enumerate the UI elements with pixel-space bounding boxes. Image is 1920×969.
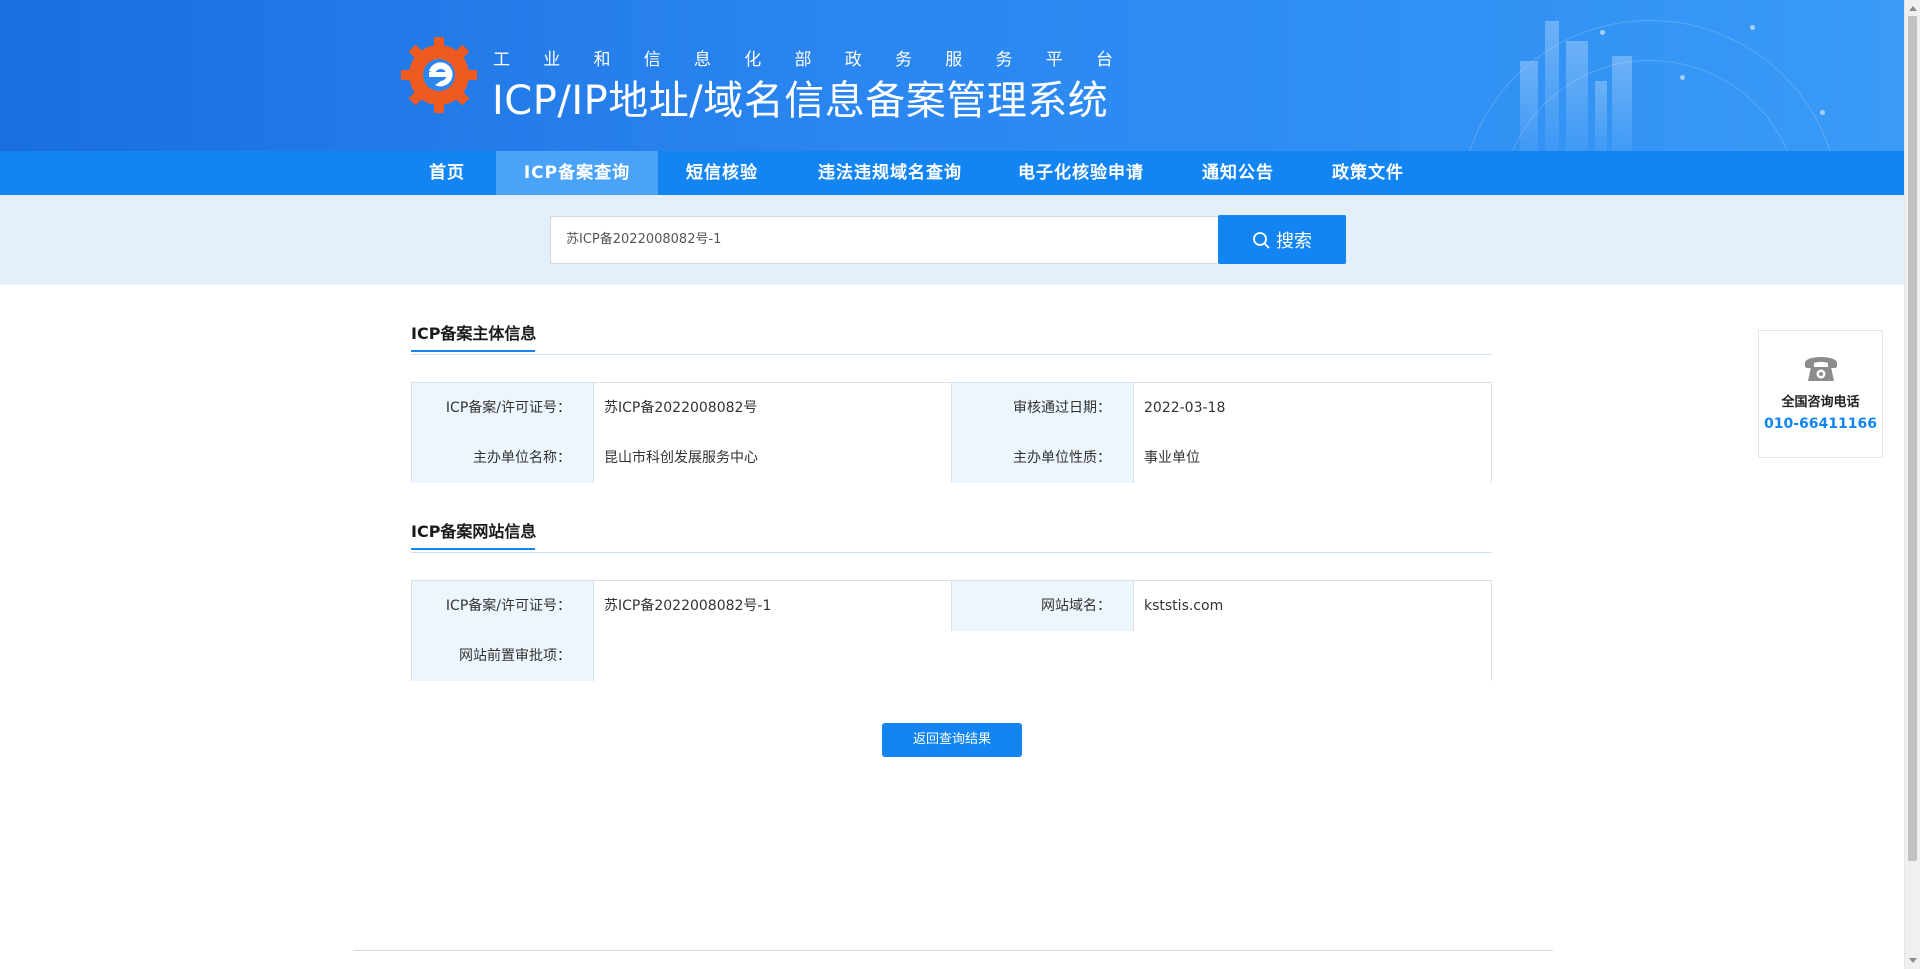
subject-section-title: ICP备案主体信息 xyxy=(411,320,537,352)
banner-decoration xyxy=(1566,41,1588,151)
field-label: 主办单位名称： xyxy=(412,433,593,483)
field-label: ICP备案/许可证号： xyxy=(412,581,593,631)
subtitle-char: 业 xyxy=(543,50,561,70)
banner-decoration xyxy=(1612,56,1632,151)
website-section-title: ICP备案网站信息 xyxy=(411,518,537,550)
subtitle-char: 工 xyxy=(493,50,510,70)
field-label: 网站前置审批项： xyxy=(412,631,593,681)
scroll-up-arrow-icon[interactable] xyxy=(1909,6,1917,11)
subtitle-char: 平 xyxy=(1045,50,1063,70)
consult-phone-number: 010-66411166 xyxy=(1764,416,1877,432)
nav-icp-query[interactable]: ICP备案查询 xyxy=(496,151,658,195)
subtitle-char: 部 xyxy=(794,50,812,70)
table-row: 网站前置审批项： xyxy=(412,631,1491,681)
header-banner: 工 业 和 信 息 化 部 政 务 服 务 平 台 ICP/IP地址/域名信息备… xyxy=(0,0,1904,151)
field-value: 昆山市科创发展服务中心 xyxy=(593,433,951,483)
table-row: ICP备案/许可证号： 苏ICP备2022008082号-1 网站域名： kst… xyxy=(412,581,1491,631)
subject-info-table: ICP备案/许可证号： 苏ICP备2022008082号 审核通过日期： 202… xyxy=(411,382,1492,483)
subtitle-char: 政 xyxy=(844,50,862,70)
field-value: 2022-03-18 xyxy=(1133,383,1491,433)
nav-sms-verify[interactable]: 短信核验 xyxy=(672,151,772,195)
telephone-icon xyxy=(1804,357,1837,381)
field-value xyxy=(593,631,1491,681)
subject-section-title-text: ICP备案主体信息 xyxy=(411,324,537,343)
banner-decoration xyxy=(1545,21,1559,151)
search-icon xyxy=(1253,231,1270,248)
search-input[interactable]: 苏ICP备2022008082号-1 xyxy=(550,216,1218,264)
section-underline xyxy=(411,350,535,352)
nav-e-verify-apply[interactable]: 电子化核验申请 xyxy=(1006,151,1156,195)
nav-home[interactable]: 首页 xyxy=(411,151,483,195)
phone-icon-wrap xyxy=(1759,347,1882,387)
scroll-thumb[interactable] xyxy=(1908,16,1917,861)
field-label: 主办单位性质： xyxy=(951,433,1133,483)
site-title: ICP/IP地址/域名信息备案管理系统 xyxy=(492,78,1109,124)
subtitle-char: 化 xyxy=(744,50,762,70)
subtitle-char: 台 xyxy=(1096,50,1113,70)
nav-illegal-domain-query[interactable]: 违法违规域名查询 xyxy=(800,151,980,195)
field-value: kststis.com xyxy=(1133,581,1491,631)
search-button[interactable]: 搜索 xyxy=(1218,215,1346,264)
field-label: 网站域名： xyxy=(951,581,1133,631)
vertical-scrollbar[interactable] xyxy=(1904,0,1920,969)
field-label: ICP备案/许可证号： xyxy=(412,383,593,433)
banner-decoration xyxy=(1820,110,1825,115)
footer-divider xyxy=(353,950,1553,951)
banner-decoration xyxy=(1595,81,1607,151)
table-row: 主办单位名称： 昆山市科创发展服务中心 主办单位性质： 事业单位 xyxy=(412,433,1491,483)
website-section-title-text: ICP备案网站信息 xyxy=(411,522,537,541)
subtitle-char: 务 xyxy=(895,50,912,70)
page: 工 业 和 信 息 化 部 政 务 服 务 平 台 ICP/IP地址/域名信息备… xyxy=(0,0,1920,969)
field-value: 苏ICP备2022008082号-1 xyxy=(593,581,951,631)
search-button-label: 搜索 xyxy=(1276,230,1312,252)
field-label: 审核通过日期： xyxy=(951,383,1133,433)
header-subtitle: 工 业 和 信 息 化 部 政 务 服 务 平 台 xyxy=(493,45,1113,70)
scroll-down-arrow-icon[interactable] xyxy=(1909,958,1917,963)
subtitle-char: 和 xyxy=(593,50,611,70)
banner-decoration xyxy=(1600,30,1605,35)
section-underline xyxy=(411,548,535,550)
subtitle-char: 务 xyxy=(995,50,1013,70)
website-info-table: ICP备案/许可证号： 苏ICP备2022008082号-1 网站域名： kst… xyxy=(411,580,1492,681)
banner-decoration xyxy=(1520,61,1538,151)
search-band: 苏ICP备2022008082号-1 搜索 xyxy=(0,195,1904,285)
consult-label: 全国咨询电话 xyxy=(1781,395,1860,410)
subtitle-char: 信 xyxy=(643,50,661,70)
back-to-results-button[interactable]: 返回查询结果 xyxy=(882,723,1022,757)
banner-decoration xyxy=(1680,75,1685,80)
miit-logo-icon xyxy=(401,37,477,113)
nav-notices[interactable]: 通知公告 xyxy=(1190,151,1286,195)
nav-policy-docs[interactable]: 政策文件 xyxy=(1320,151,1416,195)
section-divider xyxy=(411,354,1492,355)
subtitle-char: 服 xyxy=(945,50,963,70)
field-value: 事业单位 xyxy=(1133,433,1491,483)
field-value: 苏ICP备2022008082号 xyxy=(593,383,951,433)
subtitle-char: 息 xyxy=(694,50,711,70)
main-nav: 首页 ICP备案查询 短信核验 违法违规域名查询 电子化核验申请 通知公告 政策… xyxy=(0,151,1904,195)
section-divider xyxy=(411,552,1492,553)
consult-hotline-widget[interactable]: 全国咨询电话 010-66411166 xyxy=(1758,330,1883,458)
table-row: ICP备案/许可证号： 苏ICP备2022008082号 审核通过日期： 202… xyxy=(412,383,1491,433)
banner-decoration xyxy=(1750,25,1755,30)
